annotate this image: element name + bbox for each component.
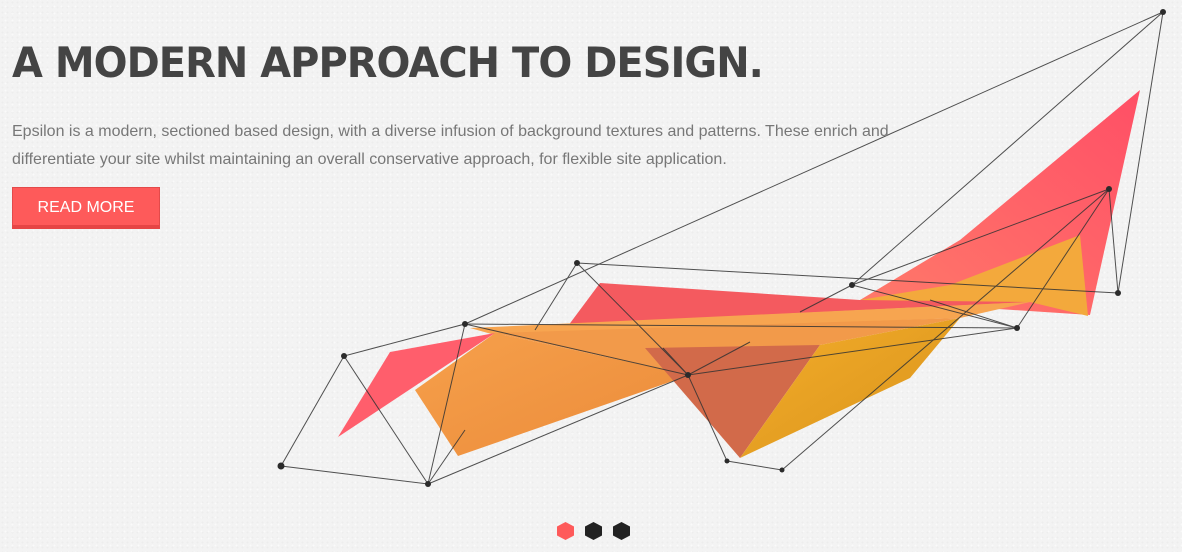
slider-pagination xyxy=(557,522,630,540)
hero-description: Epsilon is a modern, sectioned based des… xyxy=(12,123,889,168)
slide-dot-1[interactable] xyxy=(557,522,574,540)
slide-dot-3[interactable] xyxy=(613,522,630,540)
hero-slide: A MODERN APPROACH TO DESIGN. Epsilon is … xyxy=(0,0,1182,552)
hero-title: A MODERN APPROACH TO DESIGN. xyxy=(12,38,764,87)
read-more-button[interactable]: READ MORE xyxy=(12,187,160,229)
slide-dot-2[interactable] xyxy=(585,522,602,540)
